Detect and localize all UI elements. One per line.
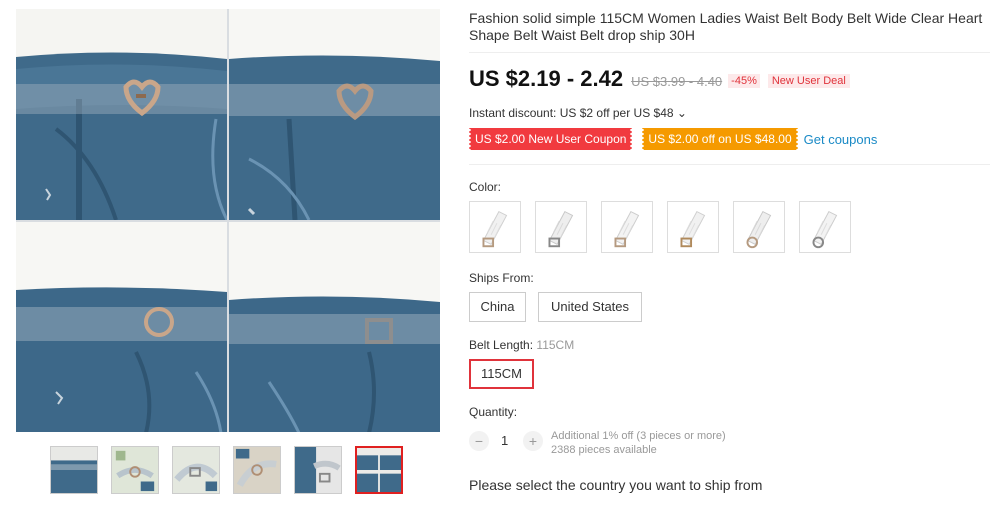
image-heart-buckle-front — [16, 9, 227, 220]
belt-length-label: Belt Length: 115CM — [469, 338, 574, 352]
original-price: US $3.99 - 4.40 — [631, 74, 723, 89]
image-square-buckle — [229, 222, 440, 432]
color-swatch-3[interactable] — [601, 201, 653, 253]
main-product-image[interactable] — [16, 9, 440, 432]
bulk-discount-note: Additional 1% off (3 pieces or more) — [551, 430, 726, 442]
ship-country-message: Please select the country you want to sh… — [469, 477, 763, 493]
price-row: US $2.19 - 2.42 US $3.99 - 4.40 -45% New… — [469, 66, 850, 96]
image-round-buckle — [16, 222, 227, 432]
quantity-decrease-button[interactable]: − — [469, 431, 489, 451]
new-user-deal-badge: New User Deal — [767, 74, 850, 88]
stock-available: 2388 pieces available — [551, 444, 657, 456]
divider — [469, 52, 990, 53]
color-swatch-5[interactable] — [733, 201, 785, 253]
color-swatch-4[interactable] — [667, 201, 719, 253]
thumbnail-2[interactable] — [111, 446, 159, 494]
ships-from-united-states[interactable]: United States — [538, 292, 642, 322]
color-swatch-1[interactable] — [469, 201, 521, 253]
thumbnail-5[interactable] — [294, 446, 342, 494]
color-label: Color: — [469, 180, 502, 194]
quantity-increase-button[interactable]: + — [523, 431, 543, 451]
quantity-value[interactable]: 1 — [501, 433, 508, 448]
ships-from-china[interactable]: China — [469, 292, 526, 322]
quantity-label: Quantity: — [469, 405, 518, 419]
coupon-row: US $2.00 New User Coupon US $2.00 off on… — [467, 128, 878, 150]
thumbnail-1[interactable] — [50, 446, 98, 494]
product-title: Fashion solid simple 115CM Women Ladies … — [469, 10, 983, 43]
instant-discount-dropdown[interactable]: Instant discount: US $2 off per US $48 ⌄ — [469, 106, 687, 120]
belt-length-option-115cm[interactable]: 115CM — [469, 359, 534, 389]
thumbnail-3[interactable] — [172, 446, 220, 494]
belt-length-label-text: Belt Length: — [469, 338, 534, 352]
current-price: US $2.19 - 2.42 — [469, 66, 624, 91]
belt-length-selected-value: 115CM — [536, 338, 575, 352]
store-coupon[interactable]: US $2.00 off on US $48.00 — [641, 128, 799, 150]
discount-badge: -45% — [728, 74, 760, 88]
quantity-info: Additional 1% off (3 pieces or more) 238… — [551, 429, 726, 457]
get-coupons-link[interactable]: Get coupons — [804, 132, 878, 147]
new-user-coupon[interactable]: US $2.00 New User Coupon — [467, 128, 634, 150]
ships-from-label: Ships From: — [469, 271, 534, 285]
thumbnail-4[interactable] — [233, 446, 281, 494]
thumbnail-6[interactable] — [355, 446, 403, 494]
color-swatch-6[interactable] — [799, 201, 851, 253]
divider — [469, 164, 990, 165]
color-swatch-2[interactable] — [535, 201, 587, 253]
image-heart-buckle-side — [229, 9, 440, 220]
